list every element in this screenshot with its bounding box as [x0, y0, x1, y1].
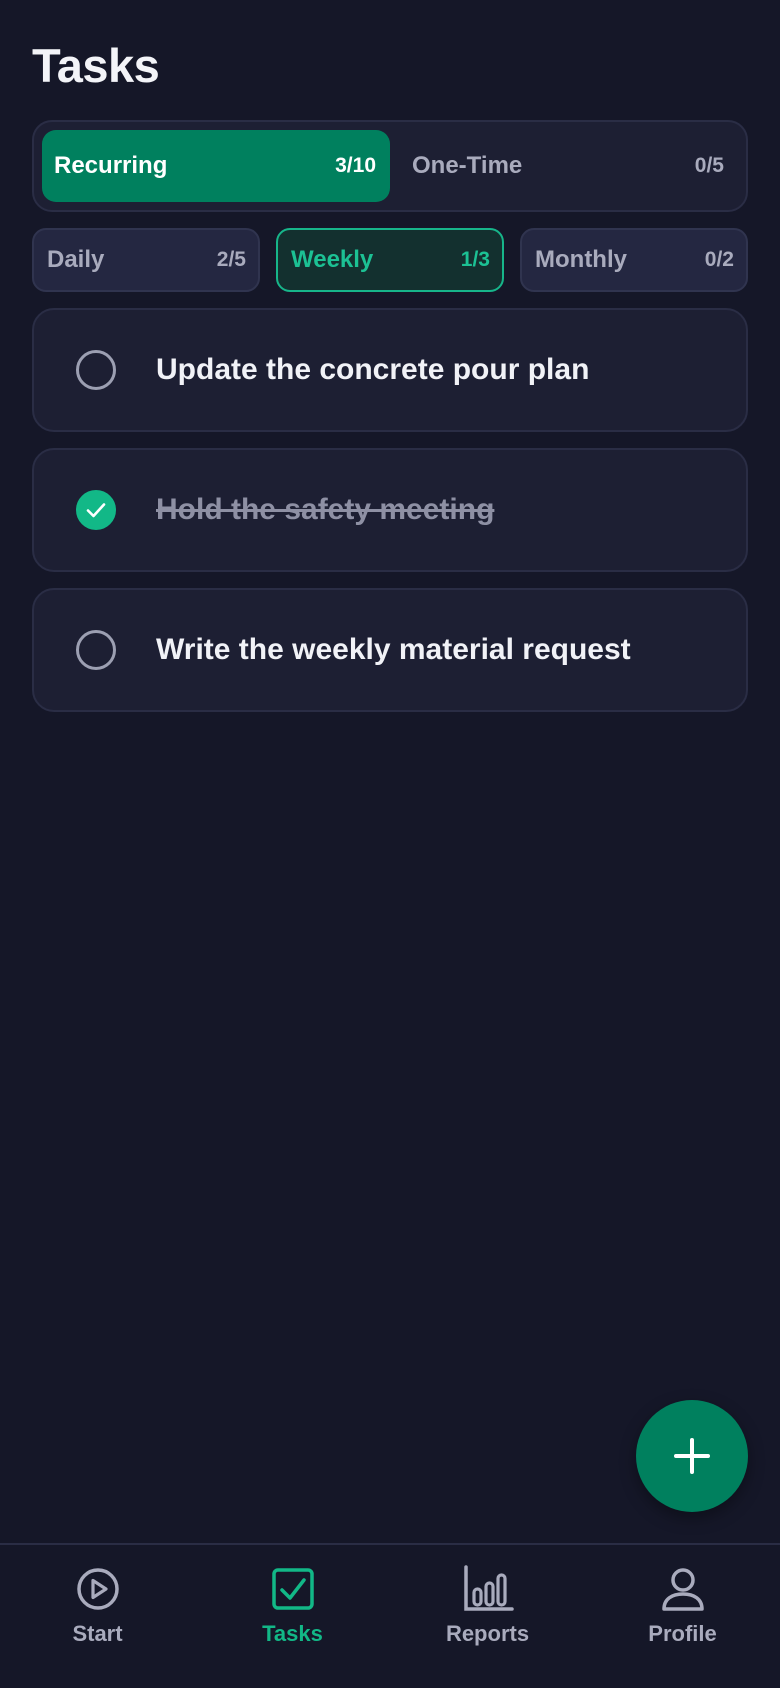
- task-type-segmented-control: Recurring 3/10 One-Time 0/5: [32, 120, 748, 212]
- nav-start[interactable]: Start: [0, 1545, 195, 1688]
- segment-recurring[interactable]: Recurring 3/10: [42, 130, 390, 202]
- checkmark-icon: [86, 503, 106, 518]
- bottom-navigation: Start Tasks Reports Profile: [0, 1543, 780, 1688]
- tab-count: 0/2: [704, 248, 734, 271]
- nav-label: Tasks: [262, 1621, 323, 1646]
- tab-count: 1/3: [460, 248, 490, 271]
- page-title: Tasks: [32, 39, 160, 92]
- nav-label: Start: [72, 1621, 123, 1646]
- task-title: Hold the safety meeting: [156, 493, 495, 526]
- segment-label: Recurring: [54, 152, 168, 179]
- tasks-screen: Tasks Recurring 3/10 One-Time 0/5 Daily …: [0, 0, 780, 1688]
- segment-count: 3/10: [335, 154, 376, 177]
- tab-weekly[interactable]: Weekly 1/3: [276, 228, 504, 292]
- task-title: Write the weekly material request: [156, 633, 631, 666]
- bar-chart-icon: [463, 1565, 514, 1611]
- task-card[interactable]: Write the weekly material request: [32, 588, 748, 712]
- nav-label: Reports: [445, 1621, 530, 1646]
- tab-monthly[interactable]: Monthly 0/2: [520, 228, 748, 292]
- segment-count: 0/5: [694, 154, 724, 177]
- nav-reports[interactable]: Reports: [390, 1545, 585, 1688]
- segment-label: One-Time: [412, 152, 523, 179]
- tab-label: Weekly: [291, 246, 374, 273]
- task-card[interactable]: Hold the safety meeting: [32, 448, 748, 572]
- tab-count: 2/5: [216, 248, 246, 271]
- tab-label: Daily: [47, 246, 105, 273]
- checkbox-icon: [271, 1568, 314, 1610]
- frequency-tabs: Daily 2/5 Weekly 1/3 Monthly 0/2: [32, 228, 748, 292]
- plus-icon: [674, 1438, 710, 1474]
- segment-one-time[interactable]: One-Time 0/5: [390, 130, 738, 202]
- nav-profile[interactable]: Profile: [585, 1545, 780, 1688]
- task-title: Update the concrete pour plan: [156, 353, 590, 386]
- task-list: Update the concrete pour plan Hold the s…: [32, 308, 748, 728]
- tab-daily[interactable]: Daily 2/5: [32, 228, 260, 292]
- add-task-button[interactable]: [636, 1400, 748, 1512]
- user-icon: [661, 1568, 704, 1611]
- task-checkbox-checked[interactable]: [76, 490, 116, 530]
- task-checkbox[interactable]: [76, 630, 116, 670]
- task-card[interactable]: Update the concrete pour plan: [32, 308, 748, 432]
- task-checkbox[interactable]: [76, 350, 116, 390]
- play-circle-icon: [76, 1568, 119, 1610]
- tab-label: Monthly: [535, 246, 627, 273]
- nav-tasks[interactable]: Tasks: [195, 1545, 390, 1688]
- nav-label: Profile: [648, 1621, 717, 1646]
